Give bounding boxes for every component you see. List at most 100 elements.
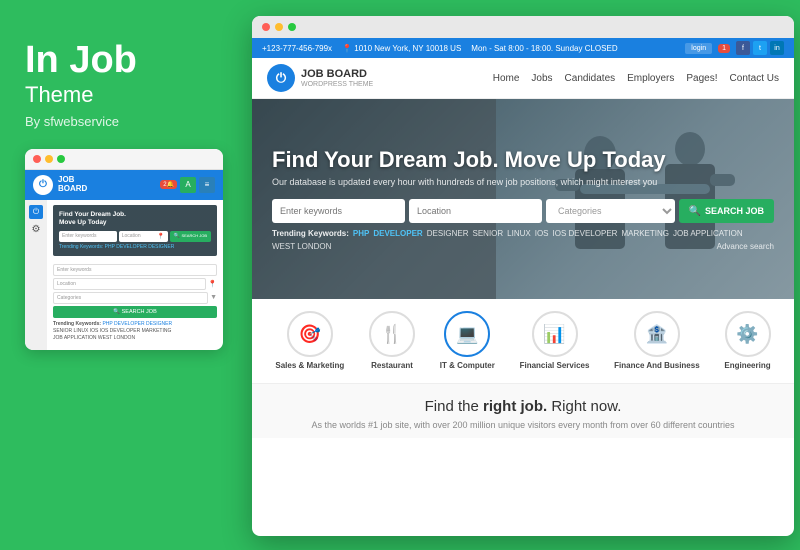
topbar-hours: Mon - Sat 8:00 - 18:00. Sunday CLOSED (471, 44, 617, 53)
mini-location-pin-icon: 📍 (157, 233, 164, 240)
mini-search-btn[interactable]: 🔍 SEARCH JOB (170, 231, 211, 242)
nav-employers[interactable]: Employers (627, 73, 674, 84)
browser-titlebar (252, 16, 794, 38)
mini-full-search-btn[interactable]: 🔍 SEARCH JOB (53, 306, 217, 318)
finance-business-label: Finance And Business (614, 361, 700, 371)
mini-hero-title: Find Your Dream Job.Move Up Today (59, 211, 211, 228)
mini-titlebar (25, 149, 223, 170)
search-job-button[interactable]: 🔍 SEARCH JOB (679, 199, 774, 223)
advance-search-link[interactable]: Advance search (717, 242, 774, 251)
nav-jobs[interactable]: Jobs (531, 73, 552, 84)
bottom-subtitle: As the worlds #1 job site, with over 200… (272, 420, 774, 430)
mini-trending-bottom: Trending Keywords: PHP DEVELOPER DESIGNE… (53, 321, 217, 342)
site-logo: ⏻ JOB BOARD WORDPRESS THEME (267, 64, 373, 92)
hero-content: Find Your Dream Job. Move Up Today Our d… (272, 147, 774, 251)
left-panel: In Job Theme By sfwebservice ⏻ JOBBOARD … (0, 0, 248, 550)
mini-cat-field[interactable]: Categories (53, 292, 208, 304)
trending-developer[interactable]: DEVELOPER (373, 229, 422, 238)
trending-job-app[interactable]: JOB APPLICATION (673, 229, 743, 238)
trending-php[interactable]: PHP (353, 229, 369, 238)
trending-row: Trending Keywords: PHP DEVELOPER DESIGNE… (272, 229, 774, 251)
category-financial-services[interactable]: 📊 Financial Services (520, 311, 590, 371)
browser-dot-yellow (275, 23, 283, 31)
keywords-input[interactable] (272, 199, 405, 223)
nav-contact[interactable]: Contact Us (730, 73, 779, 84)
mini-sidebar: ⏻ ⚙ (25, 200, 47, 350)
dot-yellow (45, 155, 53, 163)
it-computer-label: IT & Computer (440, 361, 495, 371)
topbar-right: login 1 f t in (685, 41, 784, 55)
mini-enter-kw[interactable]: Enter keywords (53, 264, 217, 276)
site-header: ⏻ JOB BOARD WORDPRESS THEME Home Jobs Ca… (252, 58, 794, 99)
category-engineering[interactable]: ⚙️ Engineering (724, 311, 770, 371)
topbar-address: 📍 1010 New York, NY 10018 US (342, 44, 461, 53)
trending-marketing[interactable]: MARKETING (621, 229, 669, 238)
sales-marketing-label: Sales & Marketing (275, 361, 344, 371)
logo-text: JOB BOARD (301, 68, 373, 81)
mini-main-content: Find Your Dream Job.Move Up Today Enter … (47, 200, 223, 350)
financial-services-icon: 📊 (532, 311, 578, 357)
hero-section: Find Your Dream Job. Move Up Today Our d… (252, 99, 794, 299)
financial-services-label: Financial Services (520, 361, 590, 371)
twitter-icon[interactable]: t (753, 41, 767, 55)
dot-green (57, 155, 65, 163)
category-finance-business[interactable]: 🏦 Finance And Business (614, 311, 700, 371)
location-input[interactable] (409, 199, 542, 223)
mini-chevron-down-icon: ▼ (210, 294, 217, 301)
mini-loc-input[interactable]: Location 📍 (119, 231, 168, 242)
notification-badge: 1 (718, 44, 730, 53)
mini-pin-icon: 📍 (208, 280, 217, 288)
mini-site-header: ⏻ JOBBOARD 2🔔 A ≡ (25, 170, 223, 200)
trending-label: Trending Keywords: (272, 229, 349, 238)
category-sales-marketing[interactable]: 🎯 Sales & Marketing (275, 311, 344, 371)
mini-icon-green: A (180, 177, 196, 193)
linkedin-icon[interactable]: in (770, 41, 784, 55)
finance-business-icon: 🏦 (634, 311, 680, 357)
trending-ios-dev[interactable]: IOS DEVELOPER (553, 229, 618, 238)
categories-select[interactable]: Categories (546, 199, 675, 223)
hero-title: Find Your Dream Job. Move Up Today (272, 147, 774, 173)
browser-dot-green (288, 23, 296, 31)
category-it-computer[interactable]: 💻 IT & Computer (440, 311, 495, 371)
hero-subtitle: Our database is updated every hour with … (272, 177, 774, 187)
site-topbar: +123-777-456-799x 📍 1010 New York, NY 10… (252, 38, 794, 58)
trending-linux[interactable]: LINUX (507, 229, 531, 238)
logo-tagline: WORDPRESS THEME (301, 81, 373, 88)
trending-ios[interactable]: IOS (535, 229, 549, 238)
dot-red (33, 155, 41, 163)
browser-window: +123-777-456-799x 📍 1010 New York, NY 10… (252, 16, 794, 536)
mini-preview-card: ⏻ JOBBOARD 2🔔 A ≡ ⏻ ⚙ Find Your Dream (25, 149, 223, 350)
mini-trending-row: Trending Keywords: PHP DEVELOPER DESIGNE… (59, 244, 211, 250)
mini-logo-icon: ⏻ (33, 175, 53, 195)
nav-pages[interactable]: Pages! (686, 73, 717, 84)
social-icons: f t in (736, 41, 784, 55)
mini-hero: Find Your Dream Job.Move Up Today Enter … (53, 205, 217, 256)
site-nav: Home Jobs Candidates Employers Pages! Co… (493, 73, 779, 84)
topbar-left: +123-777-456-799x 📍 1010 New York, NY 10… (262, 44, 618, 53)
brand-author: By sfwebservice (25, 114, 223, 129)
mini-gear-icon: ⚙ (29, 223, 43, 237)
mini-badge: 2🔔 (160, 180, 177, 189)
category-restaurant[interactable]: 🍴 Restaurant (369, 311, 415, 371)
bottom-title: Find the right job. Right now. (272, 398, 774, 415)
login-button[interactable]: login (685, 43, 712, 54)
search-bar: Categories 🔍 SEARCH JOB (272, 199, 774, 223)
trending-designer[interactable]: DESIGNER (427, 229, 469, 238)
trending-senior[interactable]: SENIOR (473, 229, 504, 238)
facebook-icon[interactable]: f (736, 41, 750, 55)
brand-title: In Job (25, 40, 223, 82)
engineering-label: Engineering (724, 361, 770, 371)
restaurant-label: Restaurant (371, 361, 413, 371)
mini-kw-input[interactable]: Enter keywords (59, 231, 117, 242)
mini-sidebar-logo: ⏻ (29, 205, 43, 219)
trending-west-london[interactable]: WEST LONDON (272, 242, 331, 251)
engineering-icon: ⚙️ (725, 311, 771, 357)
topbar-phone: +123-777-456-799x (262, 44, 332, 53)
search-magnify-icon: 🔍 (689, 206, 701, 217)
nav-home[interactable]: Home (493, 73, 520, 84)
nav-candidates[interactable]: Candidates (565, 73, 616, 84)
categories-section: 🎯 Sales & Marketing 🍴 Restaurant 💻 IT & … (252, 299, 794, 384)
mini-loc-field[interactable]: Location (53, 278, 206, 290)
mini-logo-text: JOBBOARD (58, 176, 87, 194)
sales-marketing-icon: 🎯 (287, 311, 333, 357)
